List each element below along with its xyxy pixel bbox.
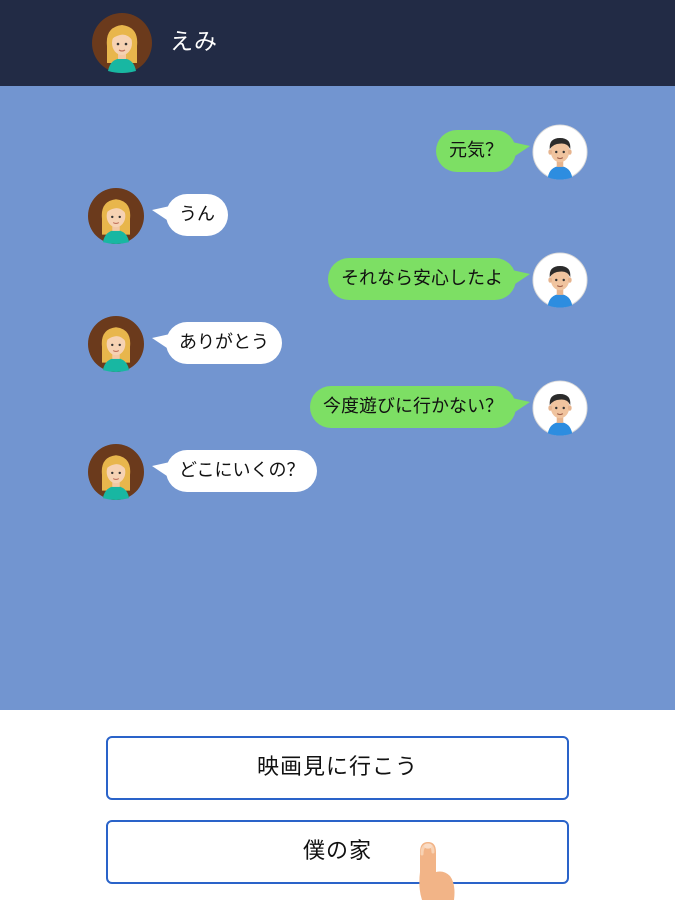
reply-option-button[interactable]: 映画見に行こう: [106, 736, 569, 800]
girl-avatar-icon: [88, 188, 144, 244]
sent-message-bubble: 元気？: [436, 130, 530, 172]
boy-avatar-icon: [532, 252, 588, 308]
girl-avatar-icon: [88, 316, 144, 372]
received-message-bubble: うん: [152, 194, 228, 236]
contact-name: えみ: [170, 29, 218, 55]
received-message-bubble: どこにいくの？: [151, 450, 318, 492]
chat-header: えみ: [0, 0, 675, 86]
sent-message-bubble: 今度遊びに行かない？: [310, 386, 530, 428]
finger-pointer-icon: [404, 832, 464, 900]
reply-option-button[interactable]: 僕の家: [106, 820, 569, 884]
boy-avatar-icon: [532, 380, 588, 436]
girl-avatar-icon[interactable]: [92, 13, 152, 73]
reply-options: 映画見に行こう 僕の家: [0, 710, 675, 900]
message-list[interactable]: 元気？ うん それなら安心したよ ありがとう 今度遊びに行かない？ どこにいくの…: [0, 86, 675, 710]
girl-avatar-icon: [88, 444, 144, 500]
sent-message-bubble: それなら安心したよ: [328, 258, 530, 300]
boy-avatar-icon: [532, 124, 588, 180]
received-message-bubble: ありがとう: [152, 322, 282, 364]
